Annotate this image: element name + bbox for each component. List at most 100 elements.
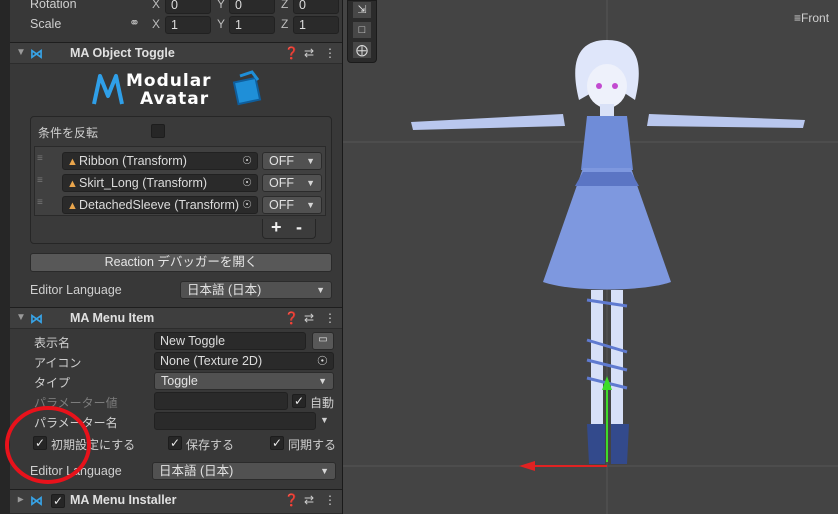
object-state-dropdown-ribbon[interactable]: OFF ▼ [262,152,322,170]
menu-item-header[interactable]: ▼ ⋈ MA Menu Item ❓ ⇄ ⋮ [10,307,342,329]
scene-view[interactable]: ⇲ □ ⨁ ≡Front [343,0,838,514]
scale-y-axis: Y [217,17,226,31]
scale-z-field[interactable]: 1 [293,16,339,34]
help-icon[interactable]: ❓ [284,311,299,325]
object-field-ribbon[interactable]: ▲ Ribbon (Transform) ☉ [62,152,258,170]
icon-value: None (Texture 2D) [160,354,263,368]
kebab-menu-icon[interactable]: ⋮ [324,46,336,60]
rotation-label: Rotation [30,0,77,11]
auto-label: 自動 [310,396,335,410]
editor-language-value: 日本語 (日本) [159,464,234,478]
link-icon[interactable]: ⚭ [129,15,140,31]
preset-icon[interactable]: ⇄ [304,493,314,507]
display-name-field[interactable]: New Toggle [154,332,306,350]
synced-checkbox[interactable]: ✓ [270,436,284,450]
scene-tool-strip: ⇲ □ ⨁ [347,0,377,63]
fold-right-icon[interactable]: ▼ [15,495,26,505]
rect-tool-icon[interactable]: □ [353,22,371,38]
scale-x-field[interactable]: 1 [165,16,211,34]
enabled-checkbox[interactable]: ✓ [51,494,65,508]
type-label: タイプ [34,376,71,390]
display-name-label: 表示名 [34,336,71,350]
object-picker-icon[interactable]: ☉ [242,153,252,169]
param-name-field[interactable] [154,412,316,430]
transform-tool-icon[interactable]: ⨁ [353,42,371,58]
view-orientation-label[interactable]: ≡Front [794,11,829,25]
chevron-down-icon: ▼ [320,466,329,476]
state-value: OFF [269,176,294,190]
saved-checkbox[interactable]: ✓ [168,436,182,450]
transform-icon: ▲ [67,200,78,212]
logo-line1: Modular [126,71,212,91]
object-name: Skirt_Long (Transform) [79,176,208,190]
highlight-circle [5,406,91,484]
object-toggle-title: MA Object Toggle [70,46,175,60]
chevron-down-icon: ▼ [316,285,325,295]
auto-checkbox[interactable]: ✓ [292,394,306,408]
object-picker-icon[interactable]: ☉ [242,197,252,213]
help-icon[interactable]: ❓ [284,46,299,60]
rotation-y-axis: Y [217,0,226,11]
kebab-menu-icon[interactable]: ⋮ [324,311,336,325]
rotation-x-axis: X [152,0,161,11]
object-state-dropdown-skirt-long[interactable]: OFF ▼ [262,174,322,192]
chevron-down-icon: ▼ [306,156,315,166]
invert-condition-label: 条件を反転 [38,126,99,140]
object-toggle-header[interactable]: ▼ ⋈ MA Object Toggle ❓ ⇄ ⋮ [10,42,342,64]
state-value: OFF [269,198,294,212]
preset-icon[interactable]: ⇄ [304,311,314,325]
modular-avatar-logo: Modular Avatar [90,68,270,112]
menu-item-title: MA Menu Item [70,311,155,325]
state-value: OFF [269,154,294,168]
fold-down-icon[interactable]: ▼ [16,47,26,58]
object-picker-icon[interactable]: ☉ [242,175,252,191]
rename-button[interactable]: ▭ [312,332,334,350]
kebab-menu-icon[interactable]: ⋮ [324,493,336,507]
view-orientation-text: Front [801,11,830,25]
remove-button[interactable]: - [296,217,302,238]
reaction-debugger-button[interactable]: Reaction デバッガーを開く [30,253,332,272]
drag-handle-icon[interactable]: ≡ [37,175,43,186]
rotation-y-field[interactable]: 0 [229,0,275,14]
hamburger-icon: ≡ [794,11,802,25]
menu-installer-title: MA Menu Installer [70,493,177,507]
param-value-field [154,392,288,410]
icon-field[interactable]: None (Texture 2D) ☉ [154,352,334,370]
rotation-x-field[interactable]: 0 [165,0,211,14]
drag-handle-icon[interactable]: ≡ [37,197,43,208]
modular-avatar-icon: ⋈ [30,46,43,61]
transform-icon: ▲ [67,178,78,190]
object-field-detached-sleeve[interactable]: ▲ DetachedSleeve (Transform) ☉ [62,196,258,214]
object-picker-icon[interactable]: ☉ [317,353,328,369]
chevron-down-icon: ▼ [318,376,327,386]
synced-label: 同期する [288,438,337,452]
menu-installer-header[interactable]: ▼ ⋈ ✓ MA Menu Installer ❓ ⇄ ⋮ [10,489,342,514]
editor-language-dropdown[interactable]: 日本語 (日本) ▼ [152,462,336,480]
add-button[interactable]: + [271,217,282,238]
rotation-z-field[interactable]: 0 [293,0,339,14]
object-state-dropdown-detached-sleeve[interactable]: OFF ▼ [262,196,322,214]
object-field-skirt-long[interactable]: ▲ Skirt_Long (Transform) ☉ [62,174,258,192]
icon-label: アイコン [34,356,82,370]
scene-canvas [343,0,838,514]
type-value: Toggle [161,374,198,388]
scale-tool-icon[interactable]: ⇲ [353,2,371,18]
object-name: DetachedSleeve (Transform) [79,198,240,212]
preset-icon[interactable]: ⇄ [304,46,314,60]
chevron-down-icon: ▼ [306,178,315,188]
invert-condition-checkbox[interactable] [151,124,165,138]
scale-y-field[interactable]: 1 [229,16,275,34]
param-name-dropdown-icon[interactable]: ▼ [320,415,329,425]
editor-language-label: Editor Language [30,283,122,297]
chevron-down-icon: ▼ [306,200,315,210]
fold-down-icon[interactable]: ▼ [16,312,26,323]
editor-language-dropdown[interactable]: 日本語 (日本) ▼ [180,281,332,299]
rotation-z-axis: Z [281,0,289,11]
type-dropdown[interactable]: Toggle ▼ [154,372,334,390]
editor-language-value: 日本語 (日本) [187,283,262,297]
inspector-panel: Rotation X 0 Y 0 Z 0 Scale ⚭ X 1 Y 1 Z 1… [0,0,342,514]
scale-x-axis: X [152,17,161,31]
help-icon[interactable]: ❓ [284,493,299,507]
saved-label: 保存する [186,438,235,452]
drag-handle-icon[interactable]: ≡ [37,153,43,164]
